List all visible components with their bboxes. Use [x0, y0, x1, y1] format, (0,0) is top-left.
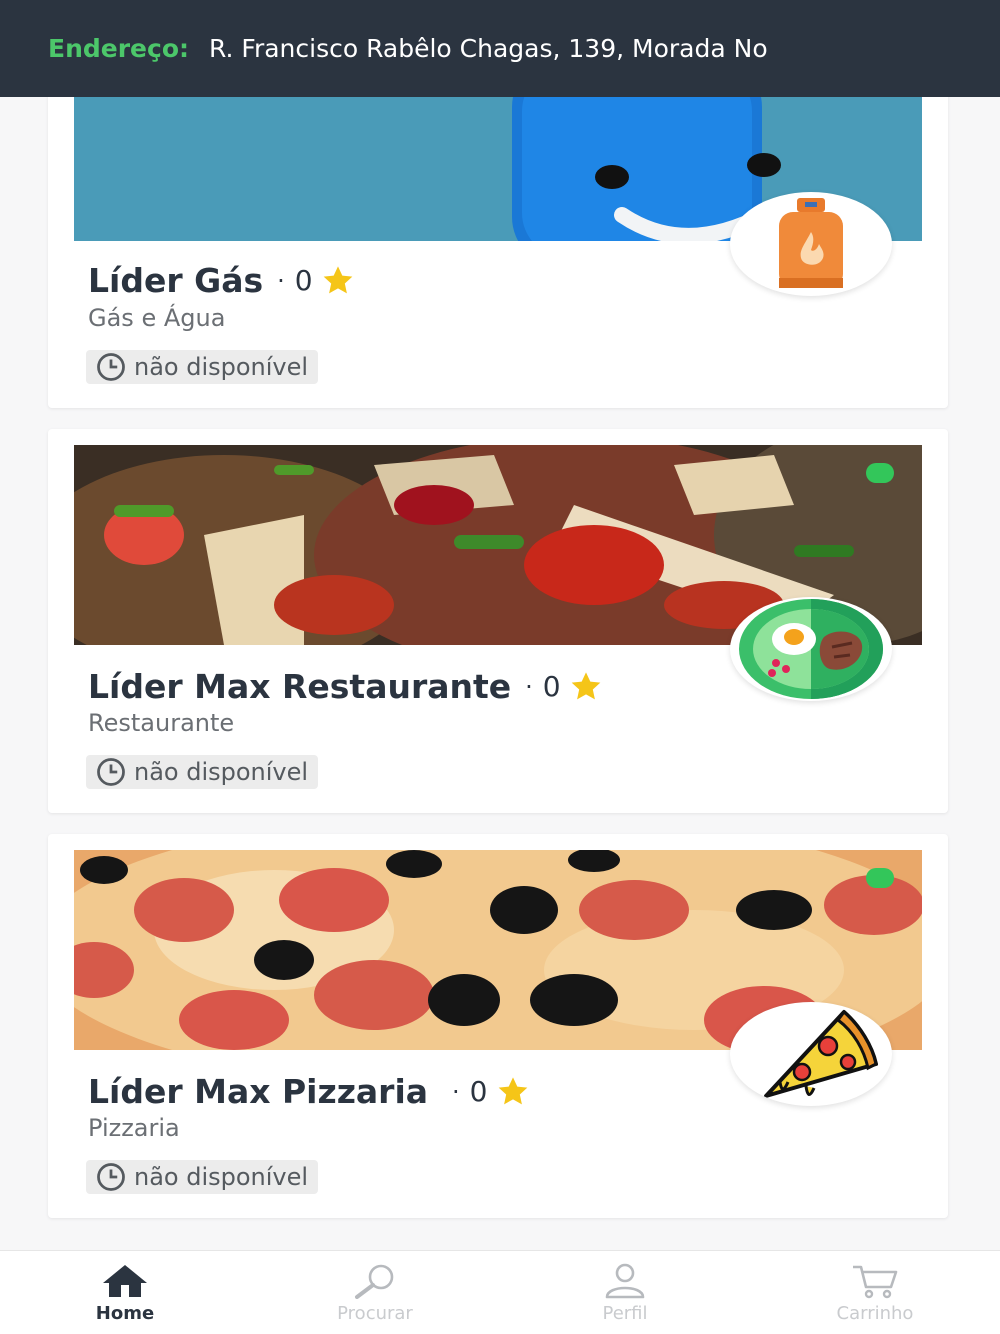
address-bar[interactable]: Endereço: R. Francisco Rabêlo Chagas, 13… — [0, 0, 1000, 97]
clock-icon — [97, 353, 125, 381]
store-logo — [730, 597, 892, 701]
online-indicator — [866, 463, 894, 483]
store-category: Gás e Água — [88, 304, 226, 332]
address-label: Endereço: — [48, 34, 190, 63]
online-indicator — [866, 868, 894, 888]
user-icon — [605, 1263, 645, 1299]
store-rating: 0 — [294, 264, 313, 297]
clock-icon — [97, 1163, 125, 1191]
store-rating: 0 — [542, 670, 561, 703]
status-badge: não disponível — [86, 755, 319, 789]
status-text: não disponível — [134, 758, 309, 786]
store-logo — [730, 192, 892, 296]
nav-cart[interactable]: Carrinho — [750, 1251, 1000, 1334]
star-icon — [496, 1076, 530, 1108]
nav-profile[interactable]: Perfil — [500, 1251, 750, 1334]
meal-plate-icon — [739, 599, 883, 699]
search-icon — [355, 1264, 394, 1299]
store-card[interactable]: Líder Max Pizzaria · 0 Pizzaria não disp… — [48, 834, 948, 1218]
store-name: Líder Max Restaurante — [88, 667, 512, 706]
gas-cylinder-icon — [779, 198, 843, 288]
store-category: Pizzaria — [88, 1114, 180, 1142]
store-name: Líder Gás — [88, 261, 264, 300]
star-icon — [321, 265, 355, 297]
nav-label: Perfil — [602, 1303, 648, 1324]
cart-icon — [853, 1265, 898, 1299]
store-card[interactable]: Líder Gás · 0 Gás e Água não disponível — [48, 80, 948, 408]
store-logo — [730, 1002, 892, 1106]
status-text: não disponível — [134, 353, 309, 381]
status-badge: não disponível — [86, 1160, 319, 1194]
store-card[interactable]: Líder Max Restaurante · 0 Restaurante nã… — [48, 429, 948, 813]
separator-dot: · — [277, 266, 285, 295]
nav-home[interactable]: Home — [0, 1251, 250, 1334]
nav-search[interactable]: Procurar — [250, 1251, 500, 1334]
nav-label: Carrinho — [836, 1303, 914, 1324]
status-text: não disponível — [134, 1163, 309, 1191]
clock-icon — [97, 758, 125, 786]
address-value: R. Francisco Rabêlo Chagas, 139, Morada … — [209, 34, 768, 63]
separator-dot: · — [525, 672, 533, 701]
store-category: Restaurante — [88, 709, 235, 737]
nav-label: Home — [95, 1303, 155, 1324]
star-icon — [569, 671, 603, 703]
store-rating: 0 — [469, 1075, 488, 1108]
separator-dot: · — [452, 1077, 460, 1106]
bottom-navigation: Home Procurar Perfil Carrinho — [0, 1250, 1000, 1334]
home-icon — [103, 1265, 147, 1297]
pizza-slice-icon — [764, 1009, 878, 1098]
store-name: Líder Max Pizzaria — [88, 1072, 429, 1111]
nav-label: Procurar — [337, 1303, 413, 1324]
status-badge: não disponível — [86, 350, 319, 384]
